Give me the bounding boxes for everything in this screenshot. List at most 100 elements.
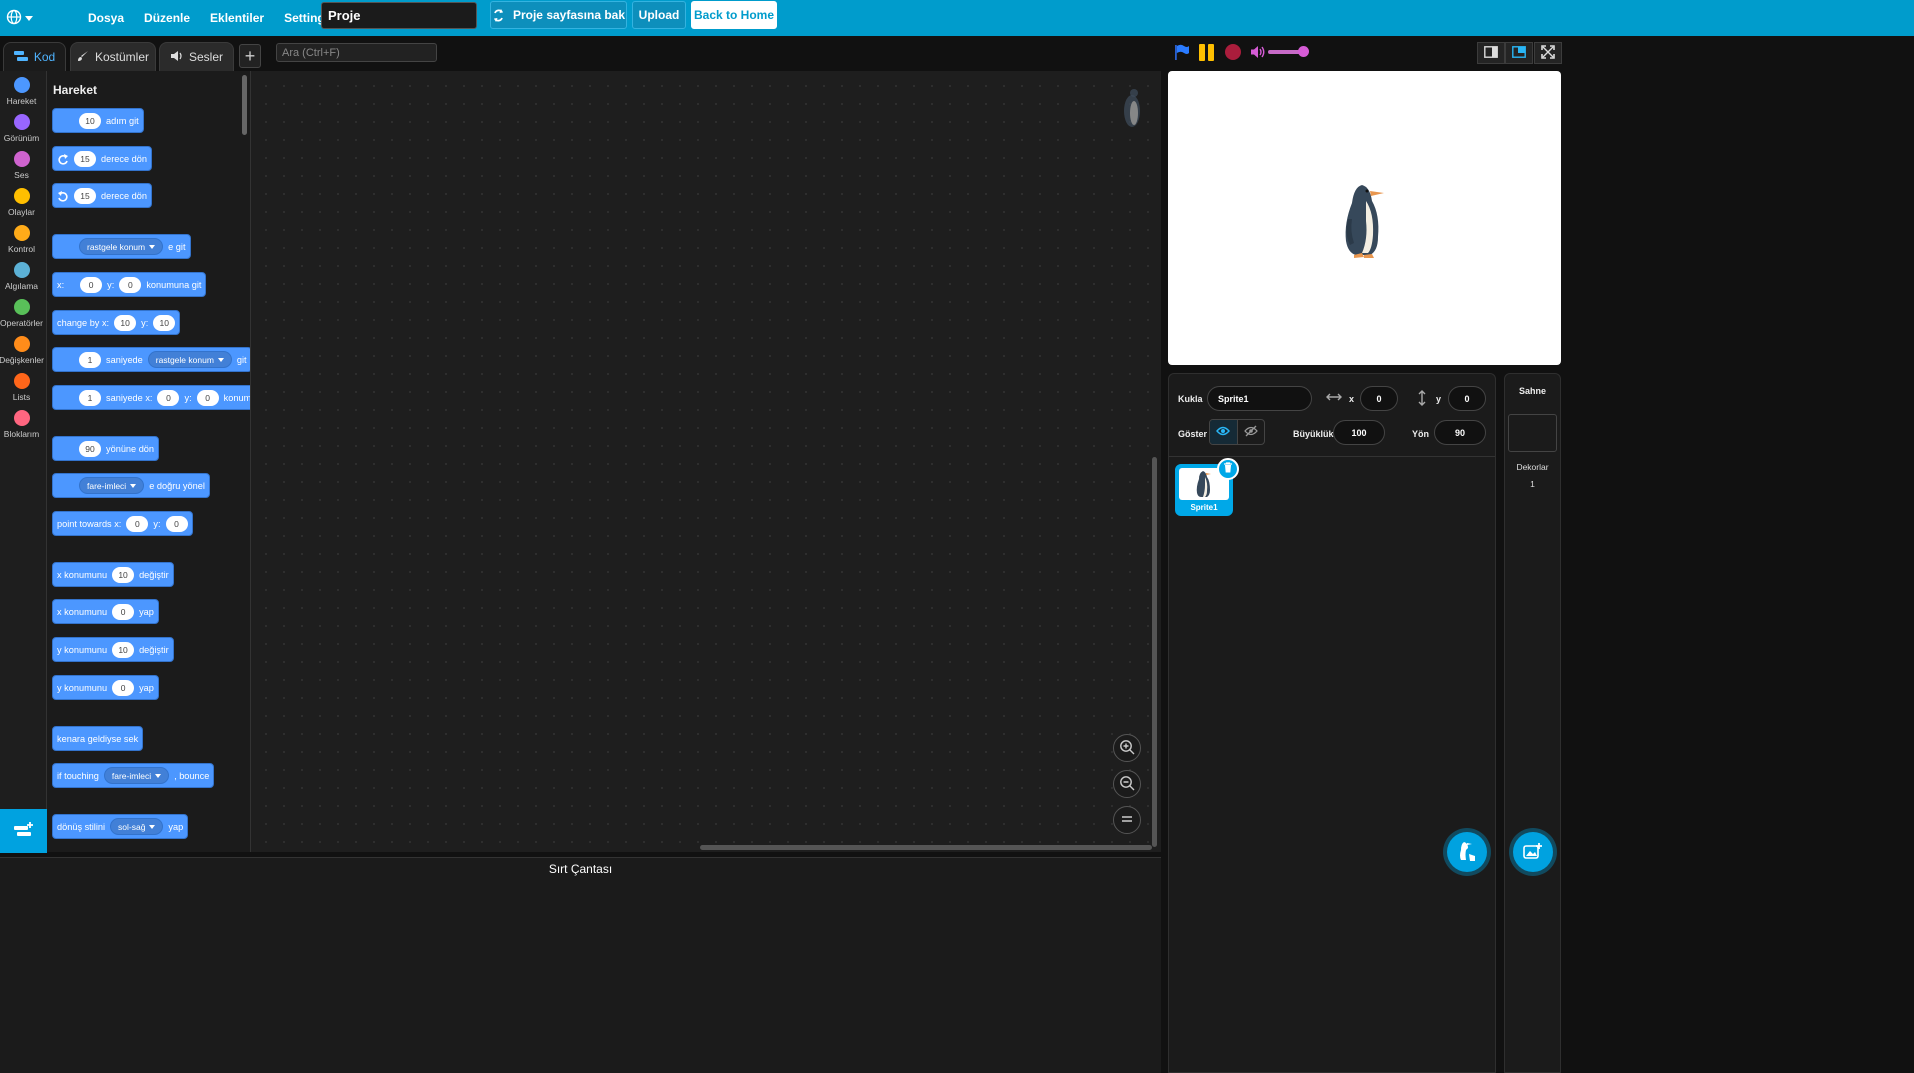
stage-thumbnail[interactable] [1508, 414, 1557, 452]
direction-input[interactable]: 90 [1434, 420, 1486, 445]
workspace-horizontal-scrollbar[interactable] [700, 845, 1152, 850]
block-input[interactable]: 10 [112, 641, 135, 658]
block-glide-to-xy[interactable]: 1 saniyede x: 0 y: 0 konumu [52, 385, 250, 410]
block-input[interactable]: 10 [79, 112, 101, 129]
volume-icon[interactable] [1250, 45, 1266, 59]
project-title-input[interactable]: Proje [321, 2, 477, 29]
block-input[interactable]: 10 [153, 314, 176, 331]
block-turn-left[interactable]: 15 derece dön [52, 183, 152, 208]
block-point-in-direction[interactable]: 90 yönüne dön [52, 436, 160, 461]
block-turn-right[interactable]: 15 derece dön [52, 146, 152, 171]
block-input[interactable]: 0 [165, 515, 188, 532]
block-input[interactable]: 0 [112, 679, 135, 696]
category-my-blocks[interactable]: Bloklarım [0, 410, 43, 439]
back-home-button[interactable]: Back to Home [691, 1, 777, 29]
block-set-y[interactable]: y konumunu 0 yap [52, 675, 159, 700]
block-go-to[interactable]: rastgele konum e git [52, 234, 191, 259]
sprite-name-input[interactable]: Sprite1 [1207, 386, 1312, 411]
add-tab-button[interactable]: + [239, 44, 261, 68]
block-input[interactable]: 10 [114, 314, 137, 331]
category-events[interactable]: Olaylar [0, 188, 43, 217]
menu-file[interactable]: Dosya [78, 0, 134, 36]
small-stage-button[interactable] [1477, 42, 1505, 64]
add-backdrop-button[interactable] [1513, 832, 1553, 872]
category-operators[interactable]: Operatörler [0, 299, 43, 328]
x-input[interactable]: 0 [1360, 386, 1398, 411]
tab-code[interactable]: Kod [3, 42, 66, 71]
block-if-touching-bounce[interactable]: if touching fare-imleci , bounce [52, 763, 215, 788]
zoom-in-button[interactable] [1113, 734, 1141, 762]
size-input[interactable]: 100 [1333, 420, 1385, 445]
menu-edit[interactable]: Düzenle [134, 0, 200, 36]
block-input[interactable]: 1 [79, 351, 101, 368]
block-set-x[interactable]: x konumunu 0 yap [52, 599, 159, 624]
block-dropdown[interactable]: rastgele konum [79, 238, 164, 255]
language-menu[interactable] [0, 0, 38, 36]
stage-selector-title: Sahne [1518, 386, 1546, 396]
penguin-sprite[interactable] [1340, 179, 1390, 259]
block-bounce-on-edge[interactable]: kenara geldiyse sek [52, 726, 144, 751]
fullscreen-button[interactable] [1534, 42, 1562, 64]
menu-addons[interactable]: Eklentiler [200, 0, 274, 36]
category-lists[interactable]: Lists [0, 373, 43, 402]
show-sprite-button[interactable] [1210, 420, 1237, 444]
block-input[interactable]: 15 [74, 187, 96, 204]
zoom-out-button[interactable] [1113, 770, 1141, 798]
theme-toggle[interactable] [38, 0, 70, 36]
category-sound[interactable]: Ses [0, 151, 43, 180]
y-input[interactable]: 0 [1448, 386, 1486, 411]
see-project-page-button[interactable]: Proje sayfasına bak [490, 1, 627, 29]
green-flag-button[interactable] [1173, 43, 1191, 61]
block-dropdown[interactable]: rastgele konum [147, 351, 232, 368]
volume-slider-knob[interactable] [1298, 46, 1309, 57]
normal-stage-button[interactable] [1505, 42, 1533, 64]
zoom-reset-button[interactable] [1113, 806, 1141, 834]
visibility-toggle [1209, 419, 1265, 445]
block-input[interactable]: 1 [79, 389, 101, 406]
pause-button[interactable] [1199, 44, 1215, 61]
block-input[interactable]: 0 [157, 389, 180, 406]
stage-selector[interactable]: Sahne Dekorlar 1 [1504, 373, 1561, 1073]
stage-canvas[interactable] [1168, 71, 1561, 365]
block-move-steps[interactable]: 10 adım git [52, 108, 144, 133]
add-extension-button[interactable] [0, 809, 47, 853]
block-input[interactable]: 10 [112, 566, 135, 583]
category-sensing[interactable]: Algılama [0, 262, 43, 291]
block-change-by-xy[interactable]: change by x: 10 y: 10 [52, 310, 181, 335]
category-motion[interactable]: Hareket [0, 77, 43, 106]
stop-button[interactable] [1225, 44, 1241, 60]
block-change-x[interactable]: x konumunu 10 değiştir [52, 562, 174, 587]
block-input[interactable]: 0 [80, 276, 103, 293]
script-workspace[interactable] [251, 71, 1161, 852]
tab-costumes[interactable]: Kostümler [70, 42, 156, 71]
block-change-y[interactable]: y konumunu 10 değiştir [52, 637, 174, 662]
block-input[interactable]: 0 [112, 603, 135, 620]
block-glide-to[interactable]: 1 saniyede rastgele konum git [52, 347, 250, 372]
block-go-to-xy[interactable]: x: 0 y: 0 konumuna git [52, 272, 207, 297]
block-input[interactable]: 15 [74, 150, 96, 167]
block-search-input[interactable]: Ara (Ctrl+F) [276, 43, 437, 62]
block-dropdown[interactable]: sol-sağ [110, 818, 164, 835]
block-dropdown[interactable]: fare-imleci [103, 767, 170, 784]
block-input[interactable]: 0 [126, 515, 149, 532]
category-variables[interactable]: Değişkenler [0, 336, 44, 365]
eye-icon [1216, 425, 1231, 439]
block-input[interactable]: 0 [119, 276, 142, 293]
block-input[interactable]: 0 [196, 389, 219, 406]
workspace-vertical-scrollbar[interactable] [1152, 457, 1157, 847]
block-point-towards[interactable]: fare-imleci e doğru yönel [52, 473, 210, 498]
category-looks[interactable]: Görünüm [0, 114, 43, 143]
block-input[interactable]: 90 [79, 440, 101, 457]
upload-button[interactable]: Upload [632, 1, 686, 29]
block-point-towards-xy[interactable]: point towards x: 0 y: 0 [52, 511, 193, 536]
category-label: Algılama [4, 281, 39, 291]
block-rotation-style[interactable]: dönüş stilini sol-sağ yap [52, 814, 189, 839]
tab-sounds[interactable]: Sesler [159, 42, 234, 71]
add-sprite-button[interactable] [1447, 832, 1487, 872]
category-control[interactable]: Kontrol [0, 225, 43, 254]
palette-scrollbar[interactable] [242, 75, 247, 135]
block-dropdown[interactable]: fare-imleci [79, 477, 145, 494]
backpack-header[interactable]: Sırt Çantası [0, 858, 1161, 880]
delete-sprite-button[interactable] [1217, 458, 1239, 480]
hide-sprite-button[interactable] [1236, 420, 1264, 444]
